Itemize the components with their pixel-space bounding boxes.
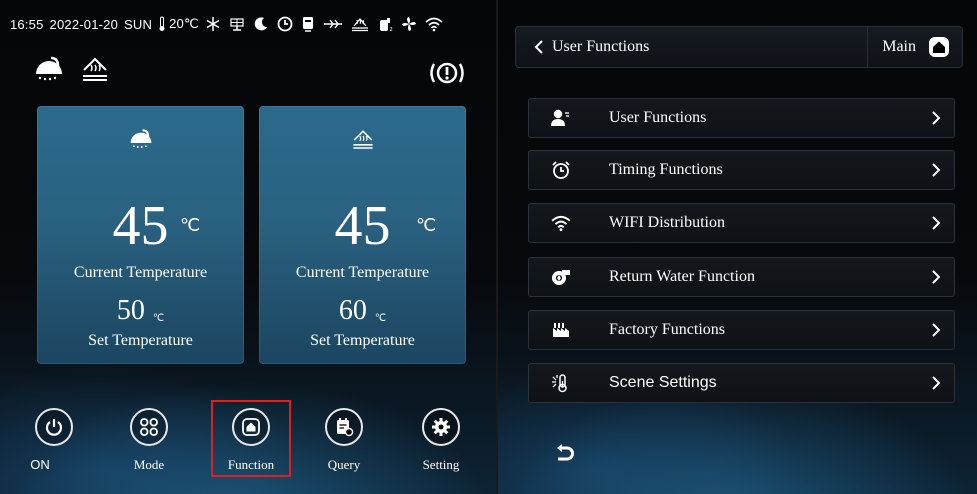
alarm-icon[interactable] xyxy=(428,58,466,93)
menu-item-label: Return Water Function xyxy=(609,268,755,285)
set-temperature-unit: ℃ xyxy=(374,313,387,324)
nav-query-button[interactable]: Query xyxy=(314,408,374,473)
selected-highlight xyxy=(211,400,291,477)
nav-setting-button[interactable]: Setting xyxy=(411,408,471,473)
chevron-left-icon[interactable] xyxy=(534,40,544,54)
night-mode-icon xyxy=(254,17,267,31)
current-temperature-label: Current Temperature xyxy=(295,264,430,281)
menu-item-label: Timing Functions xyxy=(609,161,723,178)
timer-icon xyxy=(277,16,293,32)
menu-item-label: Scene Settings xyxy=(609,374,717,391)
main-label: Main xyxy=(882,38,916,55)
menu-item-label: User Functions xyxy=(609,109,707,126)
current-temperature: 45 ℃ xyxy=(37,198,244,254)
fan-icon xyxy=(401,17,416,31)
status-bar: 16:55 2022-01-20 SUN 20℃ 2 xyxy=(10,10,451,38)
home-screen: 16:55 2022-01-20 SUN 20℃ 2 45 ℃ Current … xyxy=(0,0,496,494)
chevron-right-icon xyxy=(932,376,940,390)
nav-on-label: ON xyxy=(30,457,50,472)
chevron-right-icon xyxy=(932,270,940,284)
set-temperature: 50 ℃ xyxy=(37,296,244,326)
nav-query-label: Query xyxy=(327,457,361,472)
menu-item-scene-settings[interactable]: Scene Settings xyxy=(528,363,955,403)
chevron-right-icon xyxy=(932,323,940,337)
factory-icon xyxy=(537,322,585,338)
chevron-right-icon xyxy=(932,163,940,177)
set-temperature-value: 60 xyxy=(338,295,367,326)
nav-setting-label: Setting xyxy=(422,457,460,472)
nav-mode-button[interactable]: Mode xyxy=(119,408,179,473)
floor-heating-icon xyxy=(83,57,107,81)
set-temperature-unit: ℃ xyxy=(152,313,165,324)
electric-heater-icon xyxy=(323,19,342,29)
user-functions-screen: User Functions Main User Functions Timin… xyxy=(498,0,977,494)
current-temperature-label: Current Temperature xyxy=(73,264,208,281)
svg-text:2: 2 xyxy=(389,27,392,32)
gear-icon xyxy=(422,408,460,446)
pump-icon xyxy=(537,268,585,286)
main-button[interactable]: Main xyxy=(867,26,962,68)
menu-item-return-water-function[interactable]: Return Water Function xyxy=(528,257,955,297)
set-temperature-label: Set Temperature xyxy=(88,332,193,349)
home-icon xyxy=(929,37,949,57)
menu-item-factory-functions[interactable]: Factory Functions xyxy=(528,310,955,350)
power-icon xyxy=(35,408,73,446)
menu-item-user-functions[interactable]: User Functions xyxy=(528,98,955,138)
floor-heating-card[interactable]: 45 ℃ Current Temperature 60 ℃ Set Tempera… xyxy=(259,106,466,364)
header-title: User Functions xyxy=(552,38,650,55)
water-tank-icon xyxy=(302,17,313,32)
current-temperature-value: 45 xyxy=(112,195,169,257)
chevron-right-icon xyxy=(932,216,940,230)
pump-icon: 2 xyxy=(379,18,392,32)
nav-mode-label: Mode xyxy=(133,457,165,472)
current-temperature-unit: ℃ xyxy=(180,215,201,235)
set-temperature: 60 ℃ xyxy=(259,296,466,326)
query-icon xyxy=(325,408,363,446)
defrost-icon xyxy=(206,17,220,31)
return-icon[interactable] xyxy=(554,443,576,468)
wifi-icon xyxy=(537,214,585,232)
current-temperature-unit: ℃ xyxy=(416,215,437,235)
header-bar: User Functions Main xyxy=(515,26,963,68)
solar-icon xyxy=(230,18,244,31)
user-icon xyxy=(537,109,585,127)
status-temperature: 20℃ xyxy=(169,16,199,31)
shower-icon xyxy=(129,128,153,155)
set-temperature-label: Set Temperature xyxy=(310,332,415,349)
thermometer-icon xyxy=(159,16,165,31)
chevron-right-icon xyxy=(932,111,940,125)
shower-icon xyxy=(36,56,62,81)
menu-item-timing-functions[interactable]: Timing Functions xyxy=(528,150,955,190)
current-temperature-value: 45 xyxy=(334,195,391,257)
active-modes xyxy=(34,56,110,84)
set-temperature-value: 50 xyxy=(116,295,145,326)
scene-icon xyxy=(537,373,585,393)
floor-heating-icon xyxy=(351,128,375,157)
hot-water-card[interactable]: 45 ℃ Current Temperature 50 ℃ Set Tempera… xyxy=(37,106,244,364)
menu-item-wifi-distribution[interactable]: WIFI Distribution xyxy=(528,203,955,243)
menu-item-label: Factory Functions xyxy=(609,321,725,338)
status-time: 16:55 xyxy=(10,16,44,32)
nav-on-button[interactable]: ON xyxy=(24,408,84,472)
mode-grid-icon xyxy=(130,408,168,446)
alarm-clock-icon xyxy=(537,160,585,180)
wifi-icon xyxy=(425,17,443,32)
floor-heating-icon xyxy=(351,18,368,32)
status-date: 2022-01-20 xyxy=(49,16,119,32)
current-temperature: 45 ℃ xyxy=(259,198,466,254)
status-weekday: SUN xyxy=(124,16,153,32)
menu-item-label: WIFI Distribution xyxy=(609,214,725,231)
